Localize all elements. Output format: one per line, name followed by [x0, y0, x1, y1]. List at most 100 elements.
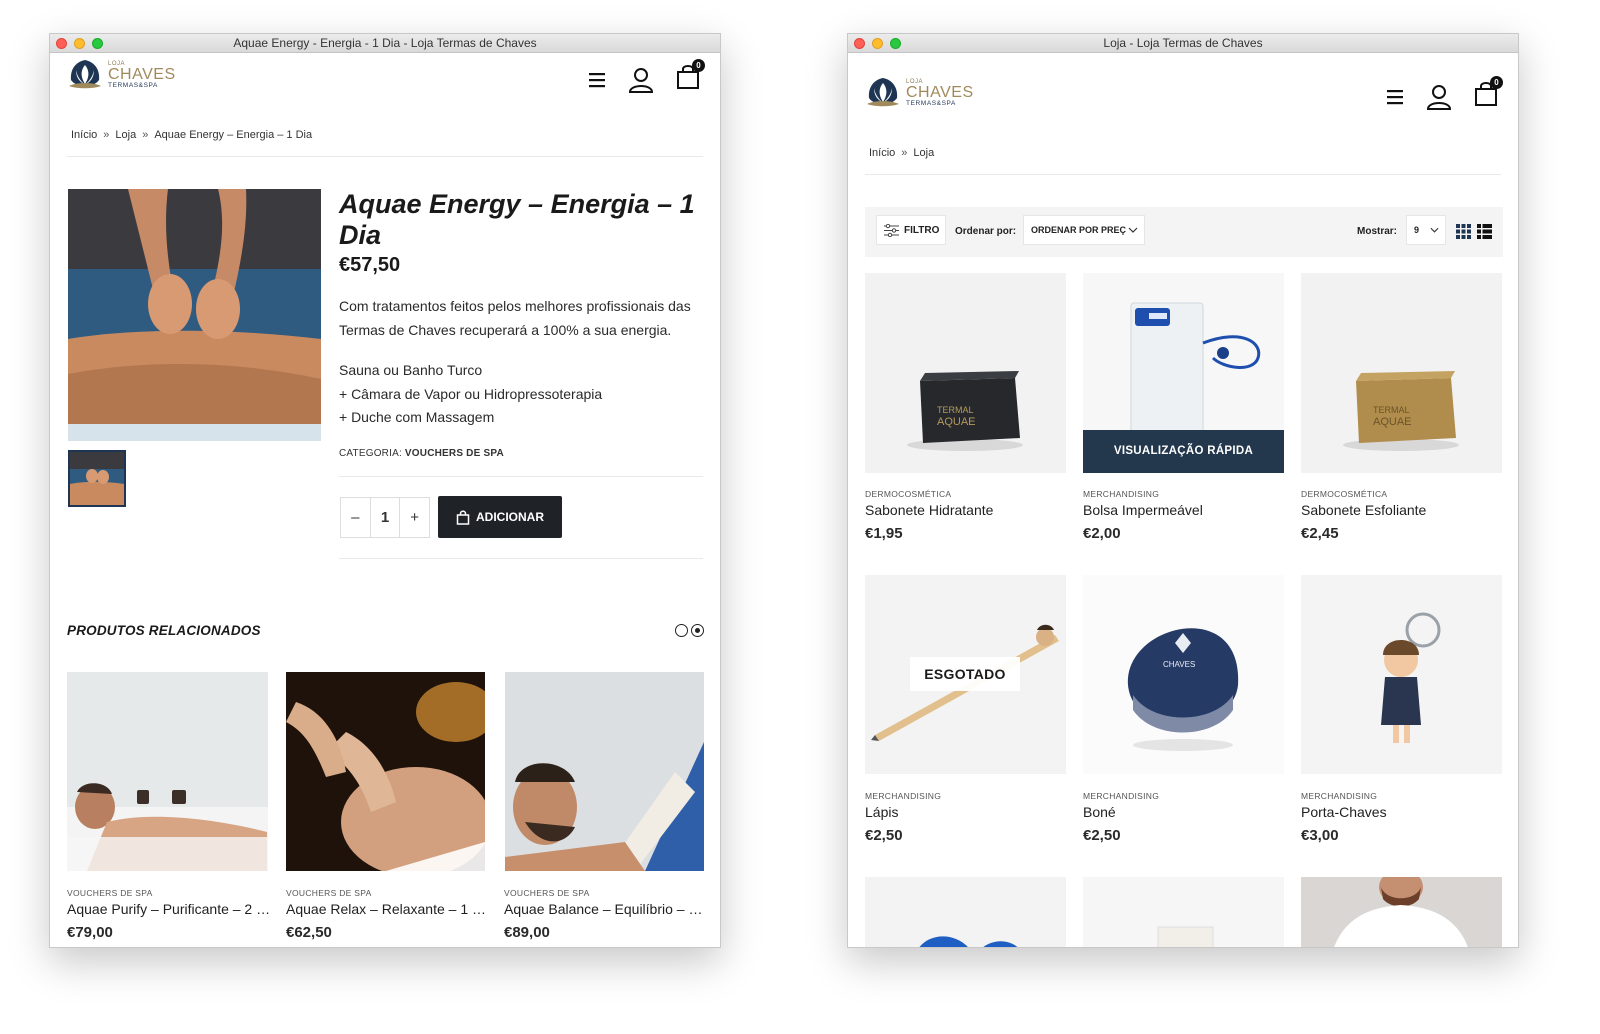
- related-product-image[interactable]: [286, 672, 485, 871]
- product-description: Com tratamentos feitos pelos melhores pr…: [339, 298, 691, 338]
- show-count-select[interactable]: 9: [1406, 215, 1446, 245]
- product-price: €2,50: [865, 827, 903, 844]
- filter-button[interactable]: FILTRO: [876, 215, 946, 245]
- close-window-button[interactable]: [854, 38, 865, 49]
- product-category: DERMOCOSMÉTICA: [865, 489, 952, 499]
- related-product-price: €89,00: [504, 924, 550, 941]
- includes-item: Sauna ou Banho Turco: [339, 362, 483, 378]
- product-thumbnail[interactable]: [68, 450, 126, 507]
- slippers-photo: [865, 877, 1066, 947]
- product-price: €1,95: [865, 525, 903, 542]
- add-to-cart-label: ADICIONAR: [476, 510, 544, 524]
- filter-label: FILTRO: [904, 224, 940, 236]
- menu-icon[interactable]: [588, 72, 606, 88]
- menu-icon[interactable]: [1386, 89, 1404, 105]
- quick-view-button[interactable]: VISUALIZAÇÃO RÁPIDA: [1083, 430, 1284, 473]
- product-main-image[interactable]: [68, 189, 321, 441]
- header-icons: 0: [1386, 76, 1503, 112]
- account-icon[interactable]: [1426, 84, 1452, 110]
- site-logo[interactable]: LOJA CHAVES TERMAS&SPA: [67, 58, 176, 92]
- related-product-category: VOUCHERS DE SPA: [504, 888, 590, 898]
- logo-subtitle: TERMAS&SPA: [108, 81, 158, 89]
- divider: [865, 174, 1501, 175]
- product-name[interactable]: Sabonete Hidratante: [865, 502, 993, 518]
- product-name[interactable]: Sabonete Esfoliante: [1301, 502, 1426, 518]
- related-product-price: €79,00: [67, 924, 113, 941]
- product-price: €2,00: [1083, 525, 1121, 542]
- massage-photo: [68, 189, 321, 441]
- minimize-window-button[interactable]: [74, 38, 85, 49]
- qty-input[interactable]: 1: [369, 498, 401, 537]
- zoom-window-button[interactable]: [890, 38, 901, 49]
- sold-out-badge: ESGOTADO: [910, 657, 1020, 691]
- product-image[interactable]: CHAVES: [1083, 575, 1284, 774]
- breadcrumb-shop[interactable]: Loja: [115, 129, 136, 141]
- close-window-button[interactable]: [56, 38, 67, 49]
- cart-count-badge: 0: [1490, 76, 1503, 89]
- category-link[interactable]: VOUCHERS DE SPA: [405, 448, 504, 459]
- product-image[interactable]: TERMAL AQUAE: [865, 273, 1066, 473]
- product-name[interactable]: Lápis: [865, 804, 898, 820]
- bath-photo: [67, 672, 268, 871]
- product-image[interactable]: [1301, 877, 1502, 947]
- product-price: €2,50: [1083, 827, 1121, 844]
- carousel-dot[interactable]: [675, 624, 688, 637]
- cap-logo-text: CHAVES: [1163, 660, 1195, 669]
- sort-select[interactable]: ORDENAR POR PREÇ: [1023, 215, 1145, 245]
- product-name[interactable]: Bolsa Impermeável: [1083, 502, 1203, 518]
- divider: [339, 476, 703, 477]
- related-product-name[interactable]: Aquae Balance – Equilíbrio – 2 ...: [504, 901, 709, 917]
- product-name[interactable]: Boné: [1083, 804, 1116, 820]
- window-controls: [854, 38, 901, 49]
- zoom-window-button[interactable]: [92, 38, 103, 49]
- carousel-dot-active[interactable]: [691, 624, 704, 637]
- logo-title: CHAVES: [906, 83, 974, 101]
- related-product-image[interactable]: [67, 672, 268, 871]
- soap-label-text: TERMAL: [937, 405, 974, 415]
- site-logo[interactable]: LOJA CHAVES TERMAS&SPA: [865, 76, 974, 110]
- product-title: Aquae Energy – Energia – 1 Dia: [339, 189, 695, 250]
- breadcrumb-separator: »: [142, 129, 149, 141]
- carousel-dots: [675, 624, 704, 637]
- breadcrumb-separator: »: [103, 129, 110, 141]
- related-product-category: VOUCHERS DE SPA: [67, 888, 153, 898]
- breadcrumb: Início » Loja » Aquae Energy – Energia – 1 D…: [71, 129, 312, 141]
- cart-button[interactable]: 0: [1474, 76, 1503, 112]
- product-category: MERCHANDISING: [1083, 489, 1160, 499]
- related-product-name[interactable]: Aquae Relax – Relaxante – 1 Dia: [286, 901, 491, 917]
- add-to-cart-button[interactable]: ADICIONAR: [438, 496, 562, 538]
- grid-view-icon[interactable]: [1456, 224, 1471, 239]
- account-icon[interactable]: [628, 67, 654, 93]
- cart-button[interactable]: 0: [676, 59, 705, 95]
- includes-item: + Duche com Massagem: [339, 409, 495, 425]
- quantity-stepper[interactable]: – 1 +: [340, 497, 430, 538]
- cart-count-badge: 0: [692, 59, 705, 72]
- sort-label: Ordenar por:: [955, 226, 1017, 237]
- keychain-photo: [1301, 575, 1502, 774]
- breadcrumb-current: Loja: [913, 147, 935, 159]
- product-image[interactable]: [1083, 877, 1284, 947]
- product-image[interactable]: TERMAL AQUAE: [1301, 273, 1502, 473]
- product-name[interactable]: Porta-Chaves: [1301, 804, 1387, 820]
- logo-subtitle: TERMAS&SPA: [906, 99, 956, 107]
- minimize-window-button[interactable]: [872, 38, 883, 49]
- breadcrumb-home[interactable]: Início: [869, 147, 895, 159]
- window-title: Loja - Loja Termas de Chaves: [1103, 36, 1263, 50]
- product-image[interactable]: [1301, 575, 1502, 774]
- product-category: MERCHANDISING: [1083, 791, 1160, 801]
- cap-photo: CHAVES: [1083, 575, 1284, 774]
- qty-decrease-button[interactable]: –: [341, 498, 370, 537]
- exfoliating-soap-photo: TERMAL AQUAE: [1301, 273, 1502, 473]
- related-product-image[interactable]: [505, 672, 704, 871]
- related-product-name[interactable]: Aquae Purify – Purificante – 2 D...: [67, 901, 272, 917]
- related-products-heading: PRODUTOS RELACIONADOS: [67, 623, 261, 638]
- breadcrumb-home[interactable]: Início: [71, 129, 97, 141]
- soap-brand-text: AQUAE: [937, 416, 976, 428]
- product-image[interactable]: [865, 877, 1066, 947]
- list-view-icon[interactable]: [1477, 224, 1492, 239]
- shop-toolbar: FILTRO Ordenar por: ORDENAR POR PREÇ Mos…: [865, 207, 1503, 257]
- qty-increase-button[interactable]: +: [400, 498, 429, 537]
- sort-value: ORDENAR POR PREÇ: [1031, 225, 1127, 235]
- show-label: Mostrar:: [1357, 226, 1398, 237]
- window-controls: [56, 38, 103, 49]
